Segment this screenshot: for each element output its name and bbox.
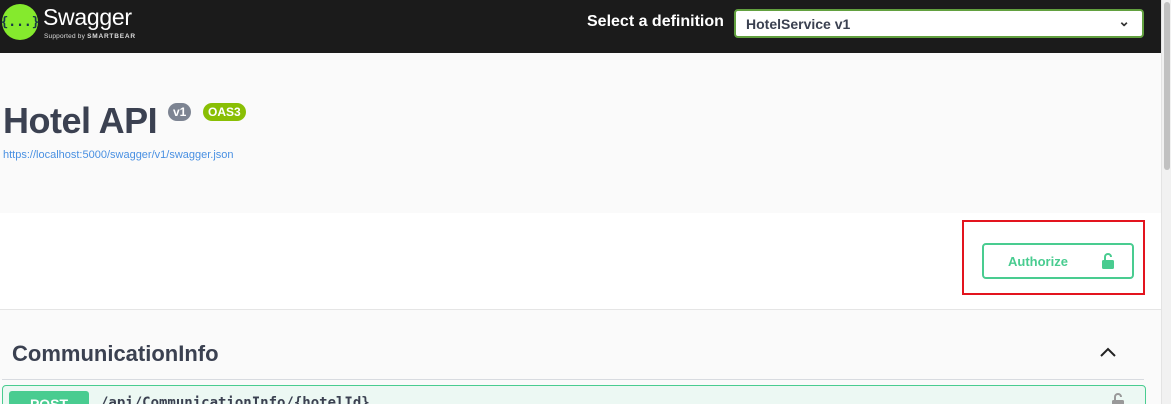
- chevron-up-icon[interactable]: [1099, 346, 1117, 358]
- api-info: Hotel API v1 OAS3 https://localhost:5000…: [0, 53, 1161, 213]
- version-badge: v1: [168, 103, 192, 121]
- chevron-down-icon[interactable]: ⌄: [1081, 398, 1093, 404]
- swagger-logo[interactable]: {...} Swagger Supported by SMARTBEAR: [0, 3, 136, 40]
- definition-select[interactable]: HotelService v1 ⌄: [734, 9, 1144, 38]
- operation-row[interactable]: POST /api/CommunicationInfo/{hotelId} ⌄: [2, 385, 1146, 404]
- lock-icon[interactable]: [1111, 392, 1125, 404]
- authorize-button[interactable]: Authorize: [982, 243, 1134, 279]
- operation-path: /api/CommunicationInfo/{hotelId}: [100, 395, 370, 404]
- scrollbar-thumb[interactable]: [1164, 2, 1170, 170]
- section-title[interactable]: CommunicationInfo: [12, 341, 219, 367]
- logo-title: Swagger: [43, 4, 132, 30]
- authorize-label: Authorize: [1008, 253, 1068, 269]
- logo-brand: SMARTBEAR: [87, 33, 136, 40]
- definition-label: Select a definition: [587, 13, 724, 30]
- api-title: Hotel API: [3, 100, 158, 141]
- logo-supported-by: Supported by: [44, 33, 86, 40]
- oas-badge: OAS3: [203, 103, 246, 121]
- swagger-logo-icon: {...}: [0, 4, 40, 40]
- lock-open-icon: [1102, 253, 1114, 269]
- top-bar: {...} Swagger Supported by SMARTBEAR Sel…: [0, 0, 1161, 53]
- section-divider: [2, 379, 1144, 380]
- spec-url-link[interactable]: https://localhost:5000/swagger/v1/swagge…: [3, 149, 234, 161]
- method-badge: POST: [9, 391, 89, 404]
- authorize-wrapper: Authorize: [0, 213, 1161, 310]
- page-scrollbar[interactable]: [1161, 0, 1171, 404]
- definition-selected-value: HotelService v1: [746, 16, 851, 32]
- chevron-down-icon: ⌄: [1118, 13, 1130, 29]
- logo-text: Swagger Supported by SMARTBEAR: [43, 3, 136, 40]
- logo-subtitle: Supported by SMARTBEAR: [44, 33, 136, 40]
